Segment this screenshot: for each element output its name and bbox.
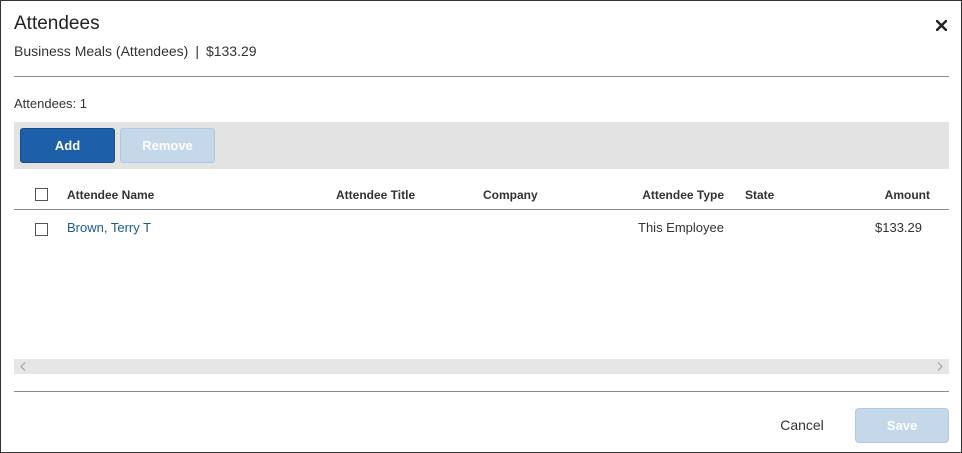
expense-type: Business Meals (Attendees) <box>14 43 189 59</box>
dialog-title: Attendees <box>14 13 100 34</box>
table-header: Attendee Name Attendee Title Company Att… <box>14 181 949 210</box>
cancel-button[interactable]: Cancel <box>770 410 834 440</box>
column-header-attendee-name[interactable]: Attendee Name <box>67 188 154 202</box>
attendee-type-cell: This Employee <box>638 220 724 235</box>
column-header-attendee-title[interactable]: Attendee Title <box>336 188 415 202</box>
chevron-right-icon[interactable] <box>933 359 947 374</box>
column-header-state[interactable]: State <box>745 188 774 202</box>
horizontal-scrollbar[interactable] <box>14 359 949 374</box>
attendee-toolbar: Add Remove <box>14 122 949 169</box>
attendees-dialog: Attendees Business Meals (Attendees) | $13… <box>0 0 962 453</box>
attendee-name-link[interactable]: Brown, Terry T <box>67 220 151 235</box>
add-button[interactable]: Add <box>20 128 115 163</box>
chevron-left-icon[interactable] <box>16 359 30 374</box>
header-divider <box>14 76 949 77</box>
subtitle-separator: | <box>195 43 199 59</box>
footer-divider <box>14 391 949 392</box>
remove-button[interactable]: Remove <box>120 128 215 163</box>
column-header-attendee-type[interactable]: Attendee Type <box>642 188 724 202</box>
dialog-subtitle: Business Meals (Attendees) | $133.29 <box>14 43 257 59</box>
expense-amount: $133.29 <box>205 43 257 59</box>
close-button[interactable] <box>931 17 951 37</box>
select-all-checkbox[interactable] <box>35 188 48 201</box>
save-button[interactable]: Save <box>855 408 949 443</box>
column-header-amount[interactable]: Amount <box>885 188 930 202</box>
row-checkbox[interactable] <box>35 223 48 236</box>
column-header-company[interactable]: Company <box>483 188 538 202</box>
amount-cell: $133.29 <box>875 220 922 235</box>
close-icon[interactable] <box>934 18 948 36</box>
attendee-count: Attendees: 1 <box>14 96 87 111</box>
table-row: Brown, Terry T This Employee $133.29 <box>14 211 949 245</box>
